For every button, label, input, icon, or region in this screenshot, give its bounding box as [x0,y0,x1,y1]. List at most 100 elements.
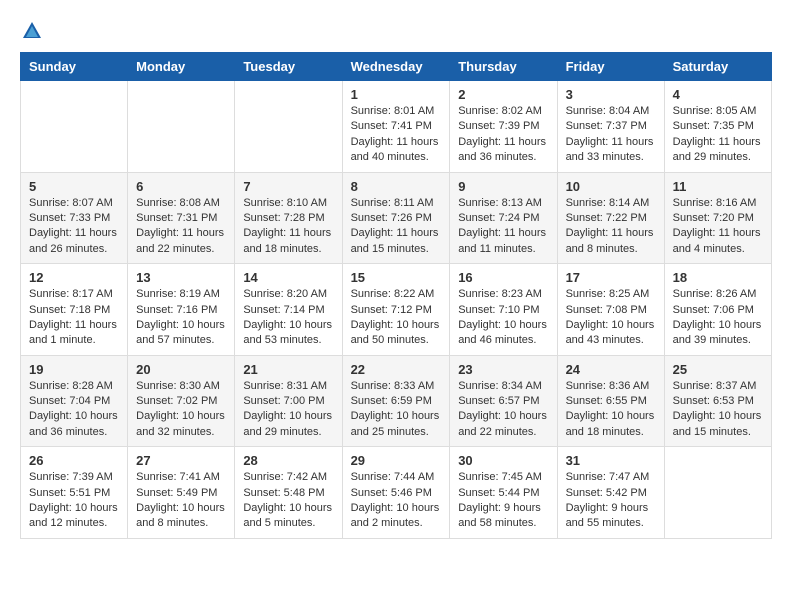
day-info: Sunrise: 8:08 AM Sunset: 7:31 PM Dayligh… [136,196,226,258]
day-number: 29 [351,453,442,468]
day-info: Sunrise: 8:02 AM Sunset: 7:39 PM Dayligh… [458,104,548,166]
weekday-friday: Friday [557,53,664,81]
calendar-cell [664,447,771,539]
day-number: 22 [351,362,442,377]
day-number: 24 [566,362,656,377]
day-number: 28 [243,453,333,468]
logo-text [20,20,44,42]
day-number: 1 [351,87,442,102]
calendar-cell: 20 Sunrise: 8:30 AM Sunset: 7:02 PM Dayli… [128,355,235,447]
day-number: 14 [243,270,333,285]
day-number: 31 [566,453,656,468]
day-info: Sunrise: 8:01 AM Sunset: 7:41 PM Dayligh… [351,104,442,166]
weekday-monday: Monday [128,53,235,81]
day-number: 18 [673,270,763,285]
calendar-cell [128,81,235,173]
day-info: Sunrise: 8:16 AM Sunset: 7:20 PM Dayligh… [673,196,763,258]
calendar-cell: 31 Sunrise: 7:47 AM Sunset: 5:42 PM Dayli… [557,447,664,539]
day-info: Sunrise: 7:39 AM Sunset: 5:51 PM Dayligh… [29,470,119,532]
day-number: 26 [29,453,119,468]
calendar-cell: 11 Sunrise: 8:16 AM Sunset: 7:20 PM Dayli… [664,172,771,264]
calendar-week-4: 19 Sunrise: 8:28 AM Sunset: 7:04 PM Dayli… [21,355,772,447]
logo [20,20,44,42]
day-info: Sunrise: 8:34 AM Sunset: 6:57 PM Dayligh… [458,379,548,441]
day-number: 12 [29,270,119,285]
day-number: 30 [458,453,548,468]
day-info: Sunrise: 8:33 AM Sunset: 6:59 PM Dayligh… [351,379,442,441]
calendar-cell: 21 Sunrise: 8:31 AM Sunset: 7:00 PM Dayli… [235,355,342,447]
day-number: 21 [243,362,333,377]
weekday-wednesday: Wednesday [342,53,450,81]
day-info: Sunrise: 8:04 AM Sunset: 7:37 PM Dayligh… [566,104,656,166]
calendar-cell: 23Sunrise: 8:34 AM Sunset: 6:57 PM Dayli… [450,355,557,447]
calendar-cell: 18 Sunrise: 8:26 AM Sunset: 7:06 PM Dayli… [664,264,771,356]
day-info: Sunrise: 8:28 AM Sunset: 7:04 PM Dayligh… [29,379,119,441]
day-info: Sunrise: 8:14 AM Sunset: 7:22 PM Dayligh… [566,196,656,258]
day-info: Sunrise: 8:13 AM Sunset: 7:24 PM Dayligh… [458,196,548,258]
day-info: Sunrise: 7:44 AM Sunset: 5:46 PM Dayligh… [351,470,442,532]
weekday-tuesday: Tuesday [235,53,342,81]
calendar-cell: 13 Sunrise: 8:19 AM Sunset: 7:16 PM Dayli… [128,264,235,356]
day-info: Sunrise: 8:11 AM Sunset: 7:26 PM Dayligh… [351,196,442,258]
calendar-cell: 30 Sunrise: 7:45 AM Sunset: 5:44 PM Dayli… [450,447,557,539]
day-info: Sunrise: 8:26 AM Sunset: 7:06 PM Dayligh… [673,287,763,349]
day-number: 27 [136,453,226,468]
day-number: 25 [673,362,763,377]
calendar-cell: 8 Sunrise: 8:11 AM Sunset: 7:26 PM Daylig… [342,172,450,264]
day-info: Sunrise: 7:41 AM Sunset: 5:49 PM Dayligh… [136,470,226,532]
calendar-cell: 17 Sunrise: 8:25 AM Sunset: 7:08 PM Dayli… [557,264,664,356]
day-number: 9 [458,179,548,194]
calendar-cell: 14Sunrise: 8:20 AM Sunset: 7:14 PM Dayli… [235,264,342,356]
calendar-cell: 12 Sunrise: 8:17 AM Sunset: 7:18 PM Dayli… [21,264,128,356]
calendar-cell: 22 Sunrise: 8:33 AM Sunset: 6:59 PM Dayli… [342,355,450,447]
calendar-cell: 10 Sunrise: 8:14 AM Sunset: 7:22 PM Dayli… [557,172,664,264]
day-number: 20 [136,362,226,377]
day-info: Sunrise: 7:47 AM Sunset: 5:42 PM Dayligh… [566,470,656,532]
calendar-cell: 5 Sunrise: 8:07 AM Sunset: 7:33 PM Daylig… [21,172,128,264]
calendar-cell: 16Sunrise: 8:23 AM Sunset: 7:10 PM Dayli… [450,264,557,356]
calendar-week-1: 1 Sunrise: 8:01 AM Sunset: 7:41 PM Daylig… [21,81,772,173]
weekday-saturday: Saturday [664,53,771,81]
logo-icon [21,20,43,42]
calendar-cell: 27 Sunrise: 7:41 AM Sunset: 5:49 PM Dayli… [128,447,235,539]
day-number: 13 [136,270,226,285]
day-number: 8 [351,179,442,194]
day-info: Sunrise: 8:22 AM Sunset: 7:12 PM Dayligh… [351,287,442,349]
day-number: 19 [29,362,119,377]
day-info: Sunrise: 8:05 AM Sunset: 7:35 PM Dayligh… [673,104,763,166]
day-number: 16 [458,270,548,285]
calendar-cell: 2Sunrise: 8:02 AM Sunset: 7:39 PM Daylig… [450,81,557,173]
calendar-cell: 1 Sunrise: 8:01 AM Sunset: 7:41 PM Daylig… [342,81,450,173]
calendar-cell: 6 Sunrise: 8:08 AM Sunset: 7:31 PM Daylig… [128,172,235,264]
calendar-cell: 9 Sunrise: 8:13 AM Sunset: 7:24 PM Daylig… [450,172,557,264]
day-number: 5 [29,179,119,194]
day-info: Sunrise: 8:31 AM Sunset: 7:00 PM Dayligh… [243,379,333,441]
day-info: Sunrise: 8:10 AM Sunset: 7:28 PM Dayligh… [243,196,333,258]
weekday-sunday: Sunday [21,53,128,81]
day-info: Sunrise: 7:45 AM Sunset: 5:44 PM Dayligh… [458,470,548,532]
weekday-header-row: SundayMondayTuesdayWednesdayThursdayFrid… [21,53,772,81]
calendar-cell: 24 Sunrise: 8:36 AM Sunset: 6:55 PM Dayli… [557,355,664,447]
weekday-thursday: Thursday [450,53,557,81]
calendar-cell: 7Sunrise: 8:10 AM Sunset: 7:28 PM Daylig… [235,172,342,264]
day-info: Sunrise: 8:17 AM Sunset: 7:18 PM Dayligh… [29,287,119,349]
calendar-body: 1 Sunrise: 8:01 AM Sunset: 7:41 PM Daylig… [21,81,772,539]
day-info: Sunrise: 8:30 AM Sunset: 7:02 PM Dayligh… [136,379,226,441]
day-number: 11 [673,179,763,194]
calendar-cell: 29 Sunrise: 7:44 AM Sunset: 5:46 PM Dayli… [342,447,450,539]
calendar-cell: 15Sunrise: 8:22 AM Sunset: 7:12 PM Dayli… [342,264,450,356]
calendar-week-2: 5 Sunrise: 8:07 AM Sunset: 7:33 PM Daylig… [21,172,772,264]
calendar-cell: 28Sunrise: 7:42 AM Sunset: 5:48 PM Dayli… [235,447,342,539]
day-info: Sunrise: 8:07 AM Sunset: 7:33 PM Dayligh… [29,196,119,258]
calendar-cell [21,81,128,173]
day-number: 17 [566,270,656,285]
day-info: Sunrise: 8:37 AM Sunset: 6:53 PM Dayligh… [673,379,763,441]
day-number: 6 [136,179,226,194]
day-info: Sunrise: 8:19 AM Sunset: 7:16 PM Dayligh… [136,287,226,349]
calendar-cell: 26 Sunrise: 7:39 AM Sunset: 5:51 PM Dayli… [21,447,128,539]
day-number: 10 [566,179,656,194]
calendar-cell [235,81,342,173]
day-info: Sunrise: 8:36 AM Sunset: 6:55 PM Dayligh… [566,379,656,441]
day-info: Sunrise: 8:25 AM Sunset: 7:08 PM Dayligh… [566,287,656,349]
calendar-cell: 25 Sunrise: 8:37 AM Sunset: 6:53 PM Dayli… [664,355,771,447]
